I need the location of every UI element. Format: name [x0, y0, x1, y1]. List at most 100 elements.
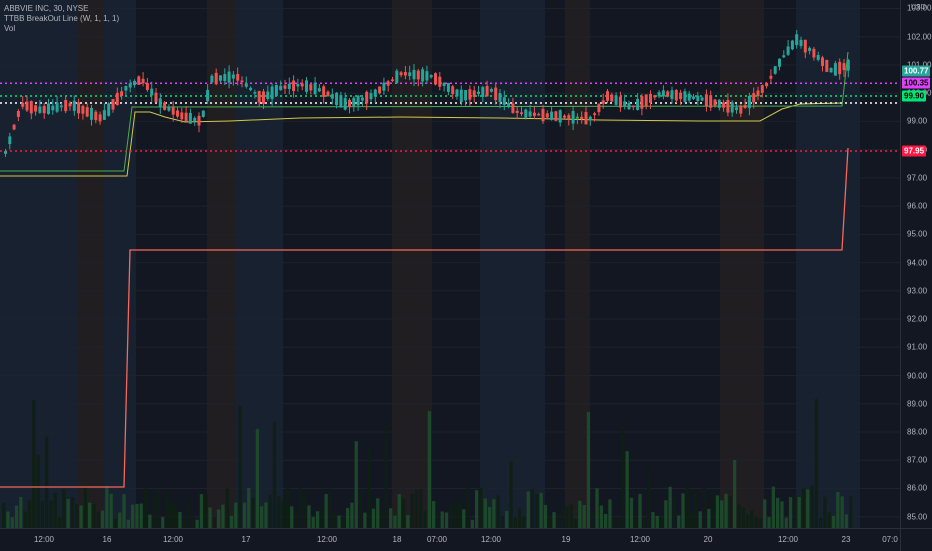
symbol-title[interactable]: ABBVIE INC, 30, NYSE — [4, 4, 119, 14]
volume-bar — [217, 509, 221, 528]
volume-bar — [247, 487, 251, 528]
candle-body — [532, 112, 536, 116]
volume-bar — [844, 514, 849, 528]
candle-body — [365, 91, 369, 104]
volume-bar — [40, 500, 44, 528]
candle-body — [68, 103, 72, 107]
volume-bar — [126, 519, 130, 528]
volume-bar — [165, 490, 169, 528]
price-tick-label: 92.00 — [907, 314, 928, 324]
candle-body — [816, 54, 820, 60]
volume-bar — [186, 498, 191, 528]
candle-body — [266, 91, 270, 100]
volume-bar — [251, 497, 255, 528]
candle-body — [249, 87, 253, 91]
volume-bar — [690, 513, 694, 528]
candle-body — [300, 83, 304, 87]
candle-body — [618, 96, 622, 108]
volume-bar — [62, 489, 66, 528]
volume-bar — [793, 495, 797, 528]
candle-body — [51, 105, 55, 111]
volume-bar — [53, 492, 57, 528]
time-tick-label: 07:0 — [882, 535, 898, 544]
volume-bar — [290, 506, 294, 528]
time-axis[interactable]: 12:00 16 12:00 17 12:00 18 07:00 12:00 19 12:00 20… — [0, 528, 900, 551]
candle-body — [821, 57, 824, 66]
volume-bar — [565, 506, 569, 528]
candle-body — [85, 107, 89, 117]
candle-body — [726, 99, 730, 113]
volume-bar — [14, 505, 19, 528]
candle-body — [464, 90, 468, 101]
volume-bar — [470, 519, 474, 528]
candle-body — [180, 112, 184, 120]
chart-pane[interactable]: ABBVIE INC, 30, NYSE TTBB BreakOut Line … — [0, 0, 900, 528]
candle-body — [627, 103, 631, 110]
volume-bar — [767, 517, 771, 528]
volume-bar — [634, 516, 638, 528]
candle-body — [644, 94, 648, 107]
price-tick-label: 85.00 — [907, 512, 928, 522]
candle-body — [799, 39, 803, 46]
candle-body — [25, 101, 29, 111]
volume-bar — [440, 511, 444, 528]
indicator-title[interactable]: TTBB BreakOut Line (W, 1, 1, 1) — [4, 14, 119, 24]
candle-body — [833, 63, 837, 76]
price-axis[interactable]: USD 103.00102.00101.00100.0099.0098.0097… — [900, 0, 932, 528]
candle-body — [223, 74, 227, 81]
volume-bar — [367, 448, 371, 528]
volume-bar — [810, 485, 814, 528]
volume-bar — [337, 515, 341, 528]
volume-bar — [573, 518, 578, 528]
volume-bar — [10, 517, 14, 528]
candle-body — [335, 92, 339, 106]
candle-body — [236, 74, 240, 81]
candle-body — [197, 115, 201, 126]
volume-bar — [453, 502, 457, 528]
candle-body — [343, 97, 347, 110]
candle-body — [743, 104, 747, 109]
volume-title[interactable]: Vol — [4, 24, 119, 34]
candle-body — [735, 107, 738, 111]
volume-bar — [380, 510, 384, 528]
candle-body — [670, 90, 674, 100]
candle-body — [59, 105, 63, 108]
volume-bar — [131, 504, 135, 528]
candle-body — [614, 95, 618, 105]
price-chart[interactable] — [0, 0, 900, 528]
candle-body — [541, 108, 545, 122]
candle-body — [313, 82, 317, 95]
candle-body — [270, 86, 274, 100]
volume-bar — [569, 504, 573, 528]
candle-body — [158, 98, 162, 108]
session-band — [720, 0, 764, 528]
candle-body — [150, 88, 154, 96]
candle-body — [468, 89, 472, 100]
candle-body — [330, 94, 334, 99]
candle-body — [674, 90, 678, 101]
volume-bar — [548, 516, 552, 528]
volume-bar — [457, 498, 462, 528]
candle-body — [421, 69, 425, 82]
volume-bar — [492, 499, 496, 528]
candle-body — [21, 102, 25, 107]
candle-body — [687, 93, 691, 101]
volume-bar — [174, 502, 178, 528]
candle-body — [829, 68, 833, 73]
volume-bar — [801, 488, 806, 528]
volume-bar — [647, 467, 651, 528]
candle-body — [795, 34, 799, 46]
candle-body — [636, 98, 640, 110]
candle-body — [38, 106, 42, 113]
candle-body — [498, 93, 502, 102]
candle-body — [322, 86, 326, 97]
volume-bar — [483, 498, 487, 528]
candle-body — [588, 116, 592, 121]
candle-body — [520, 112, 523, 115]
candle-body — [666, 91, 670, 97]
candle-body — [717, 99, 721, 108]
candle-body — [485, 85, 489, 97]
volume-bar — [788, 497, 793, 528]
volume-bar — [333, 512, 337, 528]
volume-bar — [156, 490, 161, 528]
